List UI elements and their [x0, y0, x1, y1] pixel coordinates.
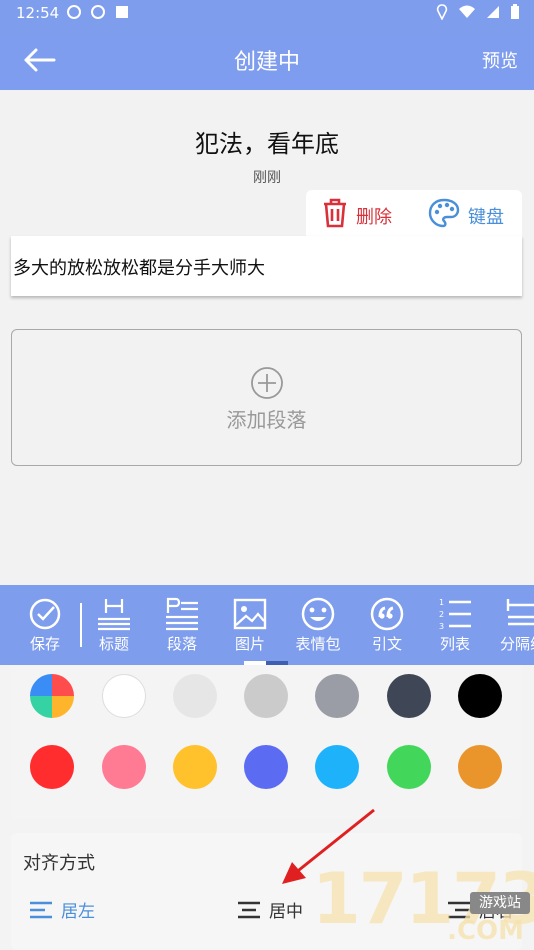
color-swatch-multicolor[interactable] [30, 674, 74, 718]
format-toolbar: 保存 标题 段落 图片 表情包 引文 1 2 3 列表 分隔线 [0, 585, 534, 665]
color-swatch-white[interactable] [102, 674, 146, 718]
status-icons-right [436, 4, 520, 24]
align-left-icon [30, 901, 52, 918]
status-icons-left [66, 4, 130, 20]
divider-icon [506, 599, 534, 626]
quote-icon [370, 597, 404, 631]
trash-icon [322, 198, 348, 233]
toolbar-emoji[interactable]: 表情包 [288, 585, 348, 665]
toolbar-divider [80, 603, 82, 647]
battery-icon [510, 4, 520, 24]
align-left-option[interactable]: 居左 [29, 897, 95, 922]
color-swatch-gray[interactable] [244, 674, 288, 718]
toolbar-label: 分隔线 [500, 635, 534, 653]
heading-icon [98, 599, 130, 631]
add-paragraph-label: 添加段落 [226, 408, 307, 432]
color-swatch-indigo[interactable] [244, 745, 288, 789]
color-swatch-yellow[interactable] [173, 745, 217, 789]
add-paragraph-button[interactable]: 添加段落 [11, 329, 522, 466]
color-swatch-green[interactable] [387, 745, 431, 789]
sync-icon [66, 4, 82, 20]
paragraph-text[interactable]: 多大的放松放松都是分手大师大 [13, 254, 265, 280]
color-swatch-slate[interactable] [315, 674, 359, 718]
toolbar-paragraph[interactable]: 段落 [152, 585, 212, 665]
status-bar: 12:54 [0, 0, 534, 28]
palette-icon [428, 198, 460, 233]
toolbar-list[interactable]: 1 2 3 列表 [425, 585, 485, 665]
color-swatch-black[interactable] [458, 674, 502, 718]
delete-button[interactable]: 删除 [322, 198, 392, 233]
save-check-icon [29, 598, 61, 630]
color-swatch-pink[interactable] [102, 745, 146, 789]
align-center-icon [238, 901, 260, 918]
location-icon [436, 4, 448, 24]
delete-label: 删除 [356, 206, 392, 228]
toolbar-label: 列表 [439, 635, 470, 653]
emoji-icon [301, 597, 335, 631]
toolbar-label: 标题 [98, 635, 129, 653]
paragraph-actions: 删除 键盘 [306, 190, 522, 236]
toolbar-label: 图片 [234, 635, 265, 653]
toolbar-label: 表情包 [295, 635, 341, 653]
color-swatch-orange[interactable] [458, 745, 502, 789]
color-swatch-red[interactable] [30, 745, 74, 789]
image-icon [233, 598, 267, 630]
alignment-heading: 对齐方式 [23, 853, 95, 874]
svg-text:3: 3 [439, 622, 444, 631]
signal-icon [486, 5, 500, 23]
preview-button[interactable]: 预览 [482, 47, 518, 73]
toolbar-label: 保存 [29, 635, 60, 653]
watermark-logo: 17173 游戏站 .COM [308, 858, 534, 950]
color-swatch-light-gray[interactable] [173, 674, 217, 718]
svg-text:1: 1 [439, 598, 444, 607]
document-title[interactable]: 犯法，看年底 [0, 124, 534, 159]
app-bar: 创建中 预览 [0, 28, 534, 90]
toolbar-divider-tool[interactable]: 分隔线 [494, 585, 534, 665]
toolbar-save[interactable]: 保存 [15, 585, 75, 665]
wifi-icon [458, 5, 476, 23]
color-palette [11, 665, 522, 819]
color-swatch-sky[interactable] [315, 745, 359, 789]
paragraph-block[interactable]: 多大的放松放松都是分手大师大 [11, 236, 522, 296]
sync-icon [90, 4, 106, 20]
app-icon [114, 4, 130, 20]
list-icon: 1 2 3 [439, 598, 471, 631]
toolbar-heading[interactable]: 标题 [84, 585, 144, 665]
align-left-label: 居左 [61, 902, 95, 922]
toolbar-label: 引文 [371, 635, 402, 653]
watermark-site: 游戏站 [470, 892, 530, 914]
color-swatch-dark[interactable] [387, 674, 431, 718]
document-time: 刚刚 [253, 170, 281, 186]
page-title: 创建中 [233, 50, 300, 75]
toolbar-label: 段落 [166, 635, 197, 653]
plus-circle-icon [250, 366, 284, 400]
editor-content: 犯法，看年底 刚刚 删除 键盘 多大的放松放松都是分手大师大 添加段落 [0, 90, 534, 585]
keyboard-label: 键盘 [468, 206, 504, 228]
align-center-label: 居中 [269, 902, 303, 922]
toolbar-quote[interactable]: 引文 [357, 585, 417, 665]
align-center-option[interactable]: 居中 [237, 897, 303, 922]
watermark-com: .COM [447, 916, 524, 946]
status-time: 12:54 [16, 4, 60, 22]
keyboard-button[interactable]: 键盘 [428, 198, 504, 233]
paragraph-icon [166, 597, 198, 631]
svg-text:2: 2 [439, 610, 444, 619]
toolbar-image[interactable]: 图片 [220, 585, 280, 665]
